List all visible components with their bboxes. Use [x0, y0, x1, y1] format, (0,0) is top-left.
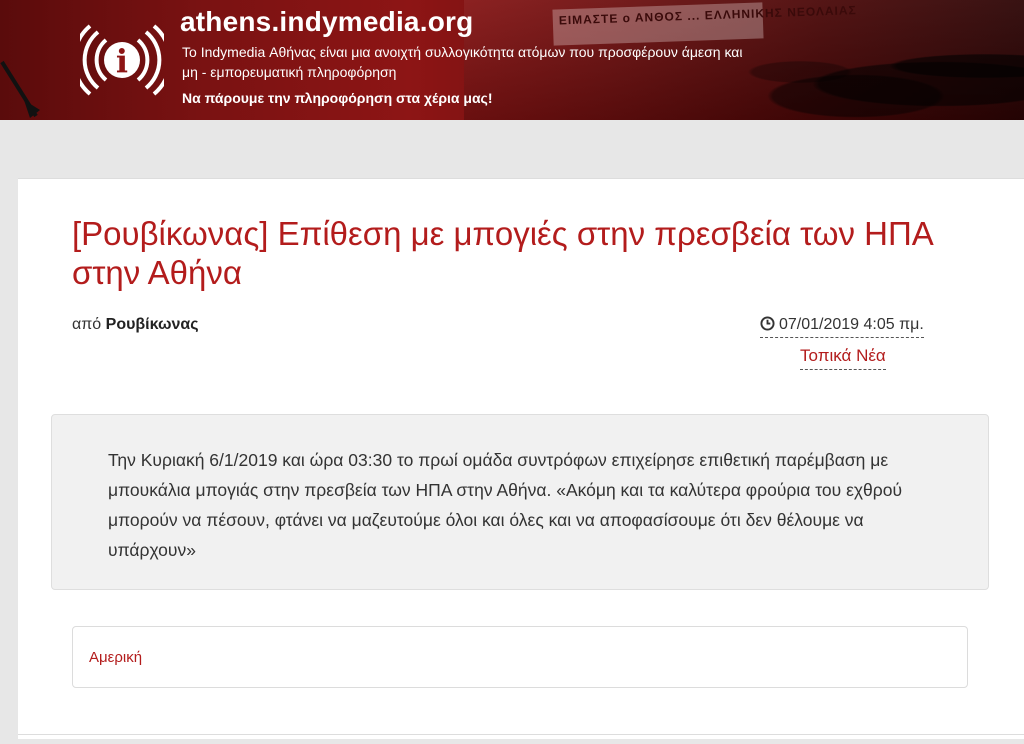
svg-text:i: i	[116, 42, 128, 80]
indymedia-logo-icon[interactable]: i	[80, 18, 164, 102]
article-summary-box: Την Κυριακή 6/1/2019 και ώρα 03:30 το πρ…	[51, 414, 989, 590]
site-banner[interactable]: ΕΙΜΑΣΤΕ ο ΑΝΘΟΣ ... ΕΛΛΗΝΙΚΗΣ ΝΕΟΛΑΙΑΣ i…	[0, 0, 1024, 120]
article-author: από Ρουβίκωνας	[72, 316, 199, 334]
article-date: 07/01/2019 4:05 πμ.	[760, 316, 924, 338]
tag-link[interactable]: Αμερική	[89, 649, 142, 666]
article-summary: Την Κυριακή 6/1/2019 και ώρα 03:30 το πρ…	[108, 450, 903, 560]
divider	[18, 734, 1024, 735]
category-link[interactable]: Τοπικά Νέα	[800, 346, 886, 370]
author-prefix: από	[72, 316, 102, 333]
article-title: [Ρουβίκωνας] Επίθεση με μπογιές στην πρε…	[72, 215, 932, 291]
date-text: 07/01/2019 4:05 πμ.	[779, 316, 924, 333]
banner-protest-sign: ΕΙΜΑΣΤΕ ο ΑΝΘΟΣ ... ΕΛΛΗΝΙΚΗΣ ΝΕΟΛΑΙΑΣ	[552, 2, 857, 46]
site-slogan: Να πάρουμε την πληροφόρηση στα χέρια μας…	[182, 90, 493, 106]
flag-pole-icon	[0, 60, 40, 118]
author-name[interactable]: Ρουβίκωνας	[106, 316, 199, 333]
site-title[interactable]: athens.indymedia.org	[180, 6, 473, 38]
site-tagline: Το Indymedia Αθήνας είναι μια ανοιχτή συ…	[182, 44, 743, 80]
clock-icon	[760, 316, 775, 331]
tags-box: Αμερική	[72, 626, 968, 688]
